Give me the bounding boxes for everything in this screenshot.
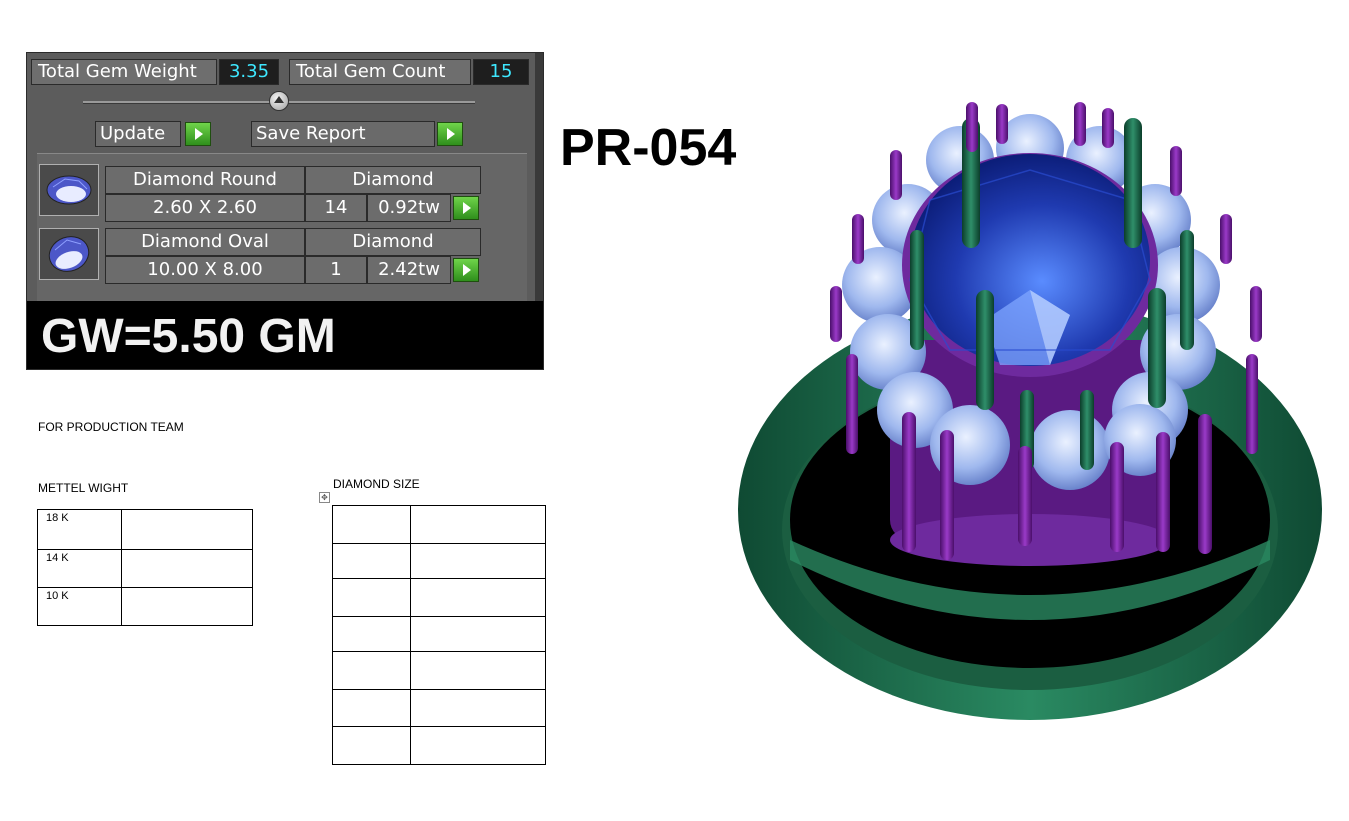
gem-size: 2.60 X 2.60 — [105, 194, 305, 222]
diamond-count-cell[interactable] — [410, 578, 546, 617]
diamond-size-heading: DIAMOND SIZE — [333, 477, 420, 491]
slider-handle[interactable] — [269, 91, 289, 111]
diamond-size-cell[interactable] — [332, 505, 411, 544]
product-code: PR-054 — [560, 119, 737, 177]
update-button-label[interactable]: Update — [95, 121, 181, 147]
gem-list: Diamond Round Diamond 2.60 X 2.60 14 0.9… — [37, 153, 527, 304]
gem-row-play-button[interactable] — [453, 258, 479, 282]
save-report-play-button[interactable] — [437, 122, 463, 146]
gem-shape: Diamond Round — [105, 166, 305, 194]
diamond-size-cell[interactable] — [332, 578, 411, 617]
diamond-size-cell[interactable] — [332, 689, 411, 727]
center-sapphire-stone — [902, 153, 1158, 377]
diamond-size-table — [332, 505, 546, 765]
gem-material: Diamond — [305, 228, 481, 256]
oval-diamond-icon — [48, 236, 90, 272]
diamond-size-cell[interactable] — [332, 616, 411, 652]
total-gem-count-value: 15 — [473, 59, 529, 85]
metal-weight-heading: METTEL WIGHT — [38, 481, 129, 495]
round-diamond-icon — [46, 175, 92, 205]
diamond-count-cell[interactable] — [410, 689, 546, 727]
diamond-count-cell[interactable] — [410, 616, 546, 652]
diamond-count-cell[interactable] — [410, 726, 546, 765]
gross-weight-text: GW=5.50 GM — [41, 310, 336, 363]
table-move-handle-icon[interactable]: ✥ — [319, 492, 330, 503]
panel-edge — [535, 53, 543, 303]
gem-weight: 2.42tw — [367, 256, 451, 284]
gross-weight-bar: GW=5.50 GM — [27, 301, 543, 369]
diamond-size-cell[interactable] — [332, 543, 411, 579]
gem-material: Diamond — [305, 166, 481, 194]
gem-shape: Diamond Oval — [105, 228, 305, 256]
gem-weight: 0.92tw — [367, 194, 451, 222]
gem-thumbnail[interactable] — [39, 164, 99, 216]
update-play-button[interactable] — [185, 122, 211, 146]
metal-karat-label: 10 K — [37, 587, 122, 626]
production-note: FOR PRODUCTION TEAM — [38, 420, 184, 434]
gem-thumbnail[interactable] — [39, 228, 99, 280]
total-gem-weight-label: Total Gem Weight — [31, 59, 217, 85]
gem-count: 14 — [305, 194, 367, 222]
gem-report-panel: Total Gem Weight 3.35 Total Gem Count 15… — [26, 52, 544, 370]
diamond-count-cell[interactable] — [410, 505, 546, 544]
total-gem-count-label: Total Gem Count — [289, 59, 471, 85]
metal-karat-label: 14 K — [37, 549, 122, 588]
metal-weight-cell[interactable] — [121, 587, 253, 626]
gem-row-play-button[interactable] — [453, 196, 479, 220]
diamond-size-cell[interactable] — [332, 651, 411, 690]
diamond-size-cell[interactable] — [332, 726, 411, 765]
save-report-button-label[interactable]: Save Report — [251, 121, 435, 147]
total-gem-weight-value: 3.35 — [219, 59, 279, 85]
metal-karat-label: 18 K — [37, 509, 122, 550]
metal-weight-table: 18 K 14 K 10 K — [37, 509, 253, 626]
metal-weight-cell[interactable] — [121, 549, 253, 588]
ring-render-image — [738, 102, 1322, 720]
diamond-count-cell[interactable] — [410, 651, 546, 690]
metal-weight-cell[interactable] — [121, 509, 253, 550]
diamond-count-cell[interactable] — [410, 543, 546, 579]
gem-count: 1 — [305, 256, 367, 284]
gem-size: 10.00 X 8.00 — [105, 256, 305, 284]
